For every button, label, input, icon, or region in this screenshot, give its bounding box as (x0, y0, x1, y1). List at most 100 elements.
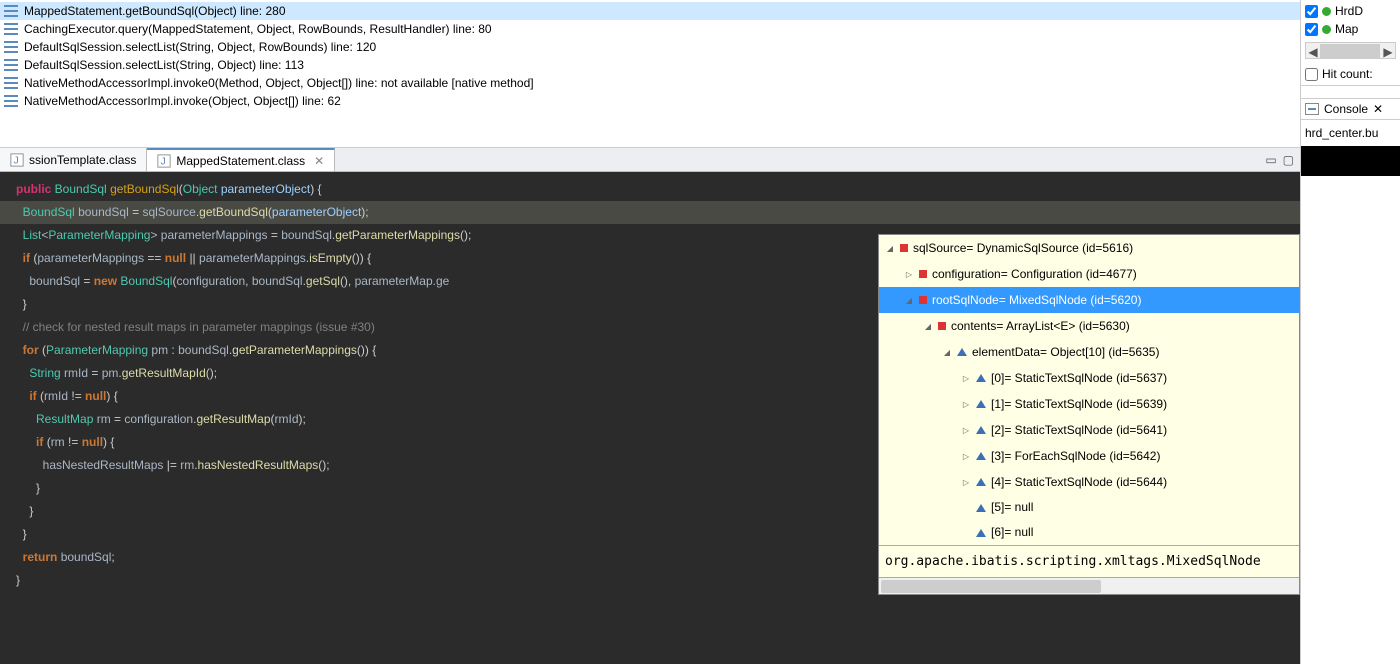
stack-frame-text: DefaultSqlSession.selectList(String, Obj… (24, 40, 376, 54)
debug-tree-label: [1]= StaticTextSqlNode (id=5639) (991, 393, 1167, 416)
field-icon (938, 322, 946, 330)
class-file-icon: J (157, 154, 171, 168)
horizontal-scrollbar[interactable] (879, 577, 1299, 594)
debug-tree-label: [0]= StaticTextSqlNode (id=5637) (991, 367, 1167, 390)
breakpoint-label: Map (1335, 22, 1358, 36)
stack-frame[interactable]: NativeMethodAccessorImpl.invoke(Object, … (0, 92, 1300, 110)
debug-tree-row[interactable]: [6]= null (879, 520, 1299, 545)
debug-tree-label: [3]= ForEachSqlNode (id=5642) (991, 445, 1160, 468)
expand-arrow-icon[interactable] (904, 288, 914, 312)
close-icon[interactable]: ✕ (314, 154, 324, 168)
debug-tree-label: elementData= Object[10] (id=5635) (972, 341, 1159, 364)
maximize-icon[interactable]: ▢ (1283, 153, 1294, 167)
tab-label: MappedStatement.class (176, 154, 305, 168)
scroll-left-icon[interactable]: ◀ (1306, 43, 1320, 60)
stack-frame[interactable]: NativeMethodAccessorImpl.invoke0(Method,… (0, 74, 1300, 92)
expand-arrow-icon[interactable] (961, 444, 971, 468)
field-icon (919, 270, 927, 278)
debug-tree-row[interactable]: [5]= null (879, 495, 1299, 520)
field-icon (900, 244, 908, 252)
console-body (1301, 146, 1400, 176)
expand-arrow-icon[interactable] (885, 236, 895, 260)
stack-frame-icon (4, 41, 18, 53)
editor-tab-bar: J ssionTemplate.class J MappedStatement.… (0, 148, 1300, 172)
minimize-icon[interactable]: ▭ (1265, 153, 1276, 167)
stack-frame-text: NativeMethodAccessorImpl.invoke0(Method,… (24, 76, 534, 90)
stack-frame-icon (4, 95, 18, 107)
horizontal-scrollbar[interactable]: ◀ ▶ (1305, 42, 1396, 59)
console-output-line: hrd_center.bu (1301, 120, 1400, 146)
hitcount-label: Hit count: (1322, 67, 1373, 81)
element-icon (976, 400, 986, 408)
stack-frame-text: DefaultSqlSession.selectList(String, Obj… (24, 58, 304, 72)
expand-arrow-icon[interactable] (961, 418, 971, 442)
console-tab[interactable]: Console ✕ (1301, 98, 1400, 120)
debug-tree-row[interactable]: [2]= StaticTextSqlNode (id=5641) (879, 417, 1299, 443)
debug-tree-row[interactable]: sqlSource= DynamicSqlSource (id=5616) (879, 235, 1299, 261)
stack-frame[interactable]: DefaultSqlSession.selectList(String, Obj… (0, 56, 1300, 74)
stack-frame[interactable]: DefaultSqlSession.selectList(String, Obj… (0, 38, 1300, 56)
stack-frame-text: CachingExecutor.query(MappedStatement, O… (24, 22, 492, 36)
stack-frame-icon (4, 59, 18, 71)
breakpoint-label: HrdD (1335, 4, 1363, 18)
svg-text:J: J (161, 155, 166, 167)
right-panel: HrdD Map ◀ ▶ Hit count: Console ✕ hrd_ce… (1300, 0, 1400, 664)
scroll-right-icon[interactable]: ▶ (1381, 43, 1395, 60)
class-file-icon: J (10, 153, 24, 167)
debug-tree-label: [5]= null (991, 496, 1033, 519)
expand-arrow-icon[interactable] (923, 314, 933, 338)
stack-frame[interactable]: MappedStatement.getBoundSql(Object) line… (0, 2, 1300, 20)
expand-arrow-icon[interactable] (961, 392, 971, 416)
stack-frame-icon (4, 23, 18, 35)
stack-frame-text: MappedStatement.getBoundSql(Object) line… (24, 4, 286, 18)
element-icon (976, 452, 986, 460)
breakpoint-dot-icon (1322, 7, 1331, 16)
expand-arrow-icon[interactable] (961, 366, 971, 390)
debug-tree-row[interactable]: [4]= StaticTextSqlNode (id=5644) (879, 469, 1299, 495)
debug-inspect-popup: sqlSource= DynamicSqlSource (id=5616) con… (878, 234, 1300, 595)
svg-text:J: J (14, 154, 19, 166)
editor-tab[interactable]: J ssionTemplate.class (0, 148, 147, 171)
debug-tree-row[interactable]: rootSqlNode= MixedSqlNode (id=5620) (879, 287, 1299, 313)
element-icon (976, 426, 986, 434)
expand-arrow-icon[interactable] (904, 262, 914, 286)
field-icon (919, 296, 927, 304)
debug-tree-row[interactable]: contents= ArrayList<E> (id=5630) (879, 313, 1299, 339)
console-label: Console (1324, 102, 1368, 116)
debug-tree-label: contents= ArrayList<E> (id=5630) (951, 315, 1130, 338)
tab-controls: ▭ ▢ (1259, 153, 1300, 167)
debug-tree-label: [4]= StaticTextSqlNode (id=5644) (991, 471, 1167, 494)
code-editor[interactable]: public BoundSql getBoundSql(Object param… (0, 172, 1300, 664)
element-icon (976, 504, 986, 512)
debug-tree-label: sqlSource= DynamicSqlSource (id=5616) (913, 237, 1133, 260)
debug-tree-row[interactable]: [1]= StaticTextSqlNode (id=5639) (879, 391, 1299, 417)
breakpoint-checkbox[interactable] (1305, 5, 1318, 18)
breakpoint-item[interactable]: HrdD (1305, 2, 1396, 20)
debug-tree-row[interactable]: [3]= ForEachSqlNode (id=5642) (879, 443, 1299, 469)
hitcount-checkbox[interactable] (1305, 68, 1318, 81)
debug-tree-label: [6]= null (991, 521, 1033, 544)
call-stack-panel: MappedStatement.getBoundSql(Object) line… (0, 0, 1300, 148)
editor-tab[interactable]: J MappedStatement.class ✕ (147, 148, 335, 171)
debug-tree-row[interactable]: [0]= StaticTextSqlNode (id=5637) (879, 365, 1299, 391)
debug-tree-label: rootSqlNode= MixedSqlNode (id=5620) (932, 289, 1141, 312)
stack-frame[interactable]: CachingExecutor.query(MappedStatement, O… (0, 20, 1300, 38)
stack-frame-icon (4, 5, 18, 17)
debug-tree-row[interactable]: configuration= Configuration (id=4677) (879, 261, 1299, 287)
element-icon (976, 478, 986, 486)
element-icon (976, 374, 986, 382)
breakpoint-checkbox[interactable] (1305, 23, 1318, 36)
stack-frame-icon (4, 77, 18, 89)
debug-tree-label: configuration= Configuration (id=4677) (932, 263, 1137, 286)
debug-tree-label: [2]= StaticTextSqlNode (id=5641) (991, 419, 1167, 442)
element-icon (976, 529, 986, 537)
expand-arrow-icon[interactable] (961, 470, 971, 494)
close-icon[interactable]: ✕ (1373, 102, 1383, 116)
console-icon (1305, 103, 1319, 115)
breakpoint-dot-icon (1322, 25, 1331, 34)
breakpoint-item[interactable]: Map (1305, 20, 1396, 38)
expand-arrow-icon[interactable] (942, 340, 952, 364)
debug-tree-row[interactable]: elementData= Object[10] (id=5635) (879, 339, 1299, 365)
element-icon (957, 348, 967, 356)
debug-qualified-name: org.apache.ibatis.scripting.xmltags.Mixe… (879, 545, 1299, 577)
